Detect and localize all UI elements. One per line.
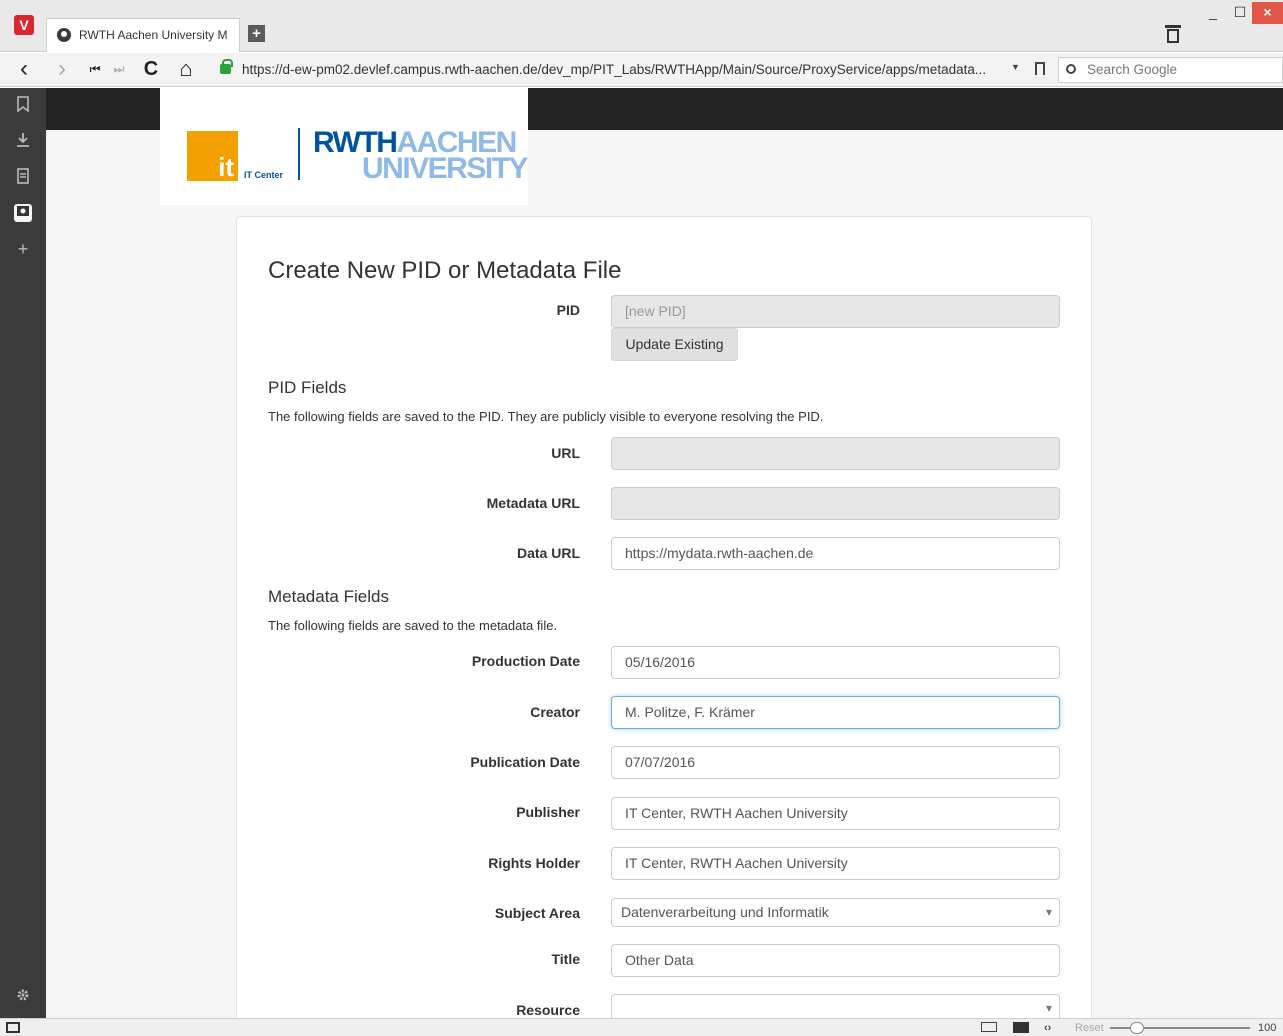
update-existing-button[interactable]: Update Existing [611, 328, 738, 361]
bookmark-icon[interactable] [1035, 62, 1045, 75]
side-panel: + [0, 88, 46, 1018]
lock-icon [220, 59, 233, 74]
logo-divider [298, 128, 300, 180]
tab-title: RWTH Aachen University M [79, 28, 228, 42]
address-bar: ‹ › ⏮ ⏭ C ⌂ https://d-ew-pm02.devlef.cam… [0, 53, 1283, 87]
creator-input[interactable]: M. Politze, F. Krämer [611, 696, 1060, 729]
production-date-label: Production Date [471, 653, 580, 669]
metadata-fields-heading: Metadata Fields [268, 587, 389, 606]
zoom-reset[interactable]: Reset [1075, 1022, 1104, 1034]
web-page: it IT Center RWTHAACHEN UNIVERSITY Creat… [46, 88, 1283, 1018]
pid-fields-heading: PID Fields [268, 378, 347, 397]
publisher-input[interactable]: IT Center, RWTH Aachen University [611, 797, 1060, 830]
search-input[interactable]: Search Google [1058, 57, 1283, 83]
data-url-label: Data URL [516, 545, 580, 561]
creator-label: Creator [530, 704, 580, 720]
status-bar: ‹› Reset 100 [0, 1018, 1283, 1036]
search-icon [1066, 64, 1076, 74]
production-date-input[interactable]: 05/16/2016 [611, 646, 1060, 679]
back-icon[interactable]: ‹ [14, 57, 34, 81]
zoom-slider-handle[interactable] [1130, 1022, 1144, 1034]
tile-icon[interactable] [981, 1022, 997, 1032]
zoom-level: 100 [1258, 1022, 1277, 1034]
pid-fields-help: The following fields are saved to the PI… [268, 409, 824, 424]
publication-date-label: Publication Date [470, 754, 580, 770]
url-label: URL [551, 445, 580, 461]
data-url-input[interactable]: https://mydata.rwth-aachen.de [611, 537, 1060, 570]
page-title: Create New PID or Metadata File [268, 257, 622, 284]
pid-input[interactable]: [new PID] [611, 295, 1060, 328]
rights-holder-input[interactable]: IT Center, RWTH Aachen University [611, 847, 1060, 880]
page-actions-icon[interactable]: ‹› [1044, 1022, 1051, 1034]
fast-forward-icon[interactable]: ⏭ [110, 57, 128, 81]
notes-panel-icon[interactable] [14, 168, 32, 186]
title-label: Title [551, 951, 580, 967]
new-tab-button[interactable]: + [248, 25, 265, 42]
vivaldi-logo-icon[interactable]: V [14, 15, 34, 35]
publisher-label: Publisher [516, 804, 580, 820]
bookmarks-panel-icon[interactable] [14, 96, 32, 114]
title-bar: V RWTH Aachen University M + _ ☐ × [0, 0, 1283, 52]
metadata-fields-help: The following fields are saved to the me… [268, 618, 558, 633]
trash-icon[interactable] [1165, 25, 1181, 43]
subject-area-label: Subject Area [494, 905, 580, 921]
globe-icon [57, 28, 71, 42]
web-panel-icon[interactable] [14, 204, 32, 222]
pid-label: PID [556, 302, 580, 318]
forward-icon[interactable]: › [52, 57, 72, 81]
it-center-logo-icon: it [187, 131, 238, 182]
reload-icon[interactable]: C [140, 57, 162, 81]
rights-holder-label: Rights Holder [488, 855, 580, 871]
maximize-button[interactable]: ☐ [1228, 2, 1252, 24]
url-field[interactable]: https://d-ew-pm02.devlef.campus.rwth-aac… [236, 57, 1016, 83]
settings-gear-icon[interactable] [14, 988, 32, 1006]
title-input[interactable]: Other Data [611, 944, 1060, 977]
images-icon[interactable] [1013, 1022, 1029, 1033]
panel-toggle-icon[interactable] [6, 1022, 20, 1033]
minimize-button[interactable]: _ [1201, 2, 1225, 24]
metadata-url-label: Metadata URL [486, 495, 580, 511]
rwth-logo-bottom: UNIVERSITY [362, 152, 529, 185]
site-logo[interactable]: it IT Center RWTHAACHEN UNIVERSITY [160, 88, 529, 205]
downloads-panel-icon[interactable] [14, 132, 32, 150]
publication-date-input[interactable]: 07/07/2016 [611, 746, 1060, 779]
subject-area-select[interactable]: Datenverarbeitung und Informatik [611, 898, 1060, 927]
metadata-url-input[interactable] [611, 487, 1060, 520]
url-input[interactable] [611, 437, 1060, 470]
browser-tab[interactable]: RWTH Aachen University M [46, 18, 240, 52]
form-panel: Create New PID or Metadata File PID [new… [236, 216, 1092, 1018]
resource-label: Resource [516, 1002, 580, 1018]
close-button[interactable]: × [1252, 2, 1283, 24]
it-center-text: IT Center [244, 170, 284, 180]
rewind-icon[interactable]: ⏮ [86, 57, 104, 81]
resource-select[interactable] [611, 994, 1060, 1018]
add-panel-icon[interactable]: + [14, 240, 32, 258]
home-icon[interactable]: ⌂ [174, 57, 198, 81]
url-dropdown-icon[interactable]: ▼ [1011, 62, 1020, 72]
